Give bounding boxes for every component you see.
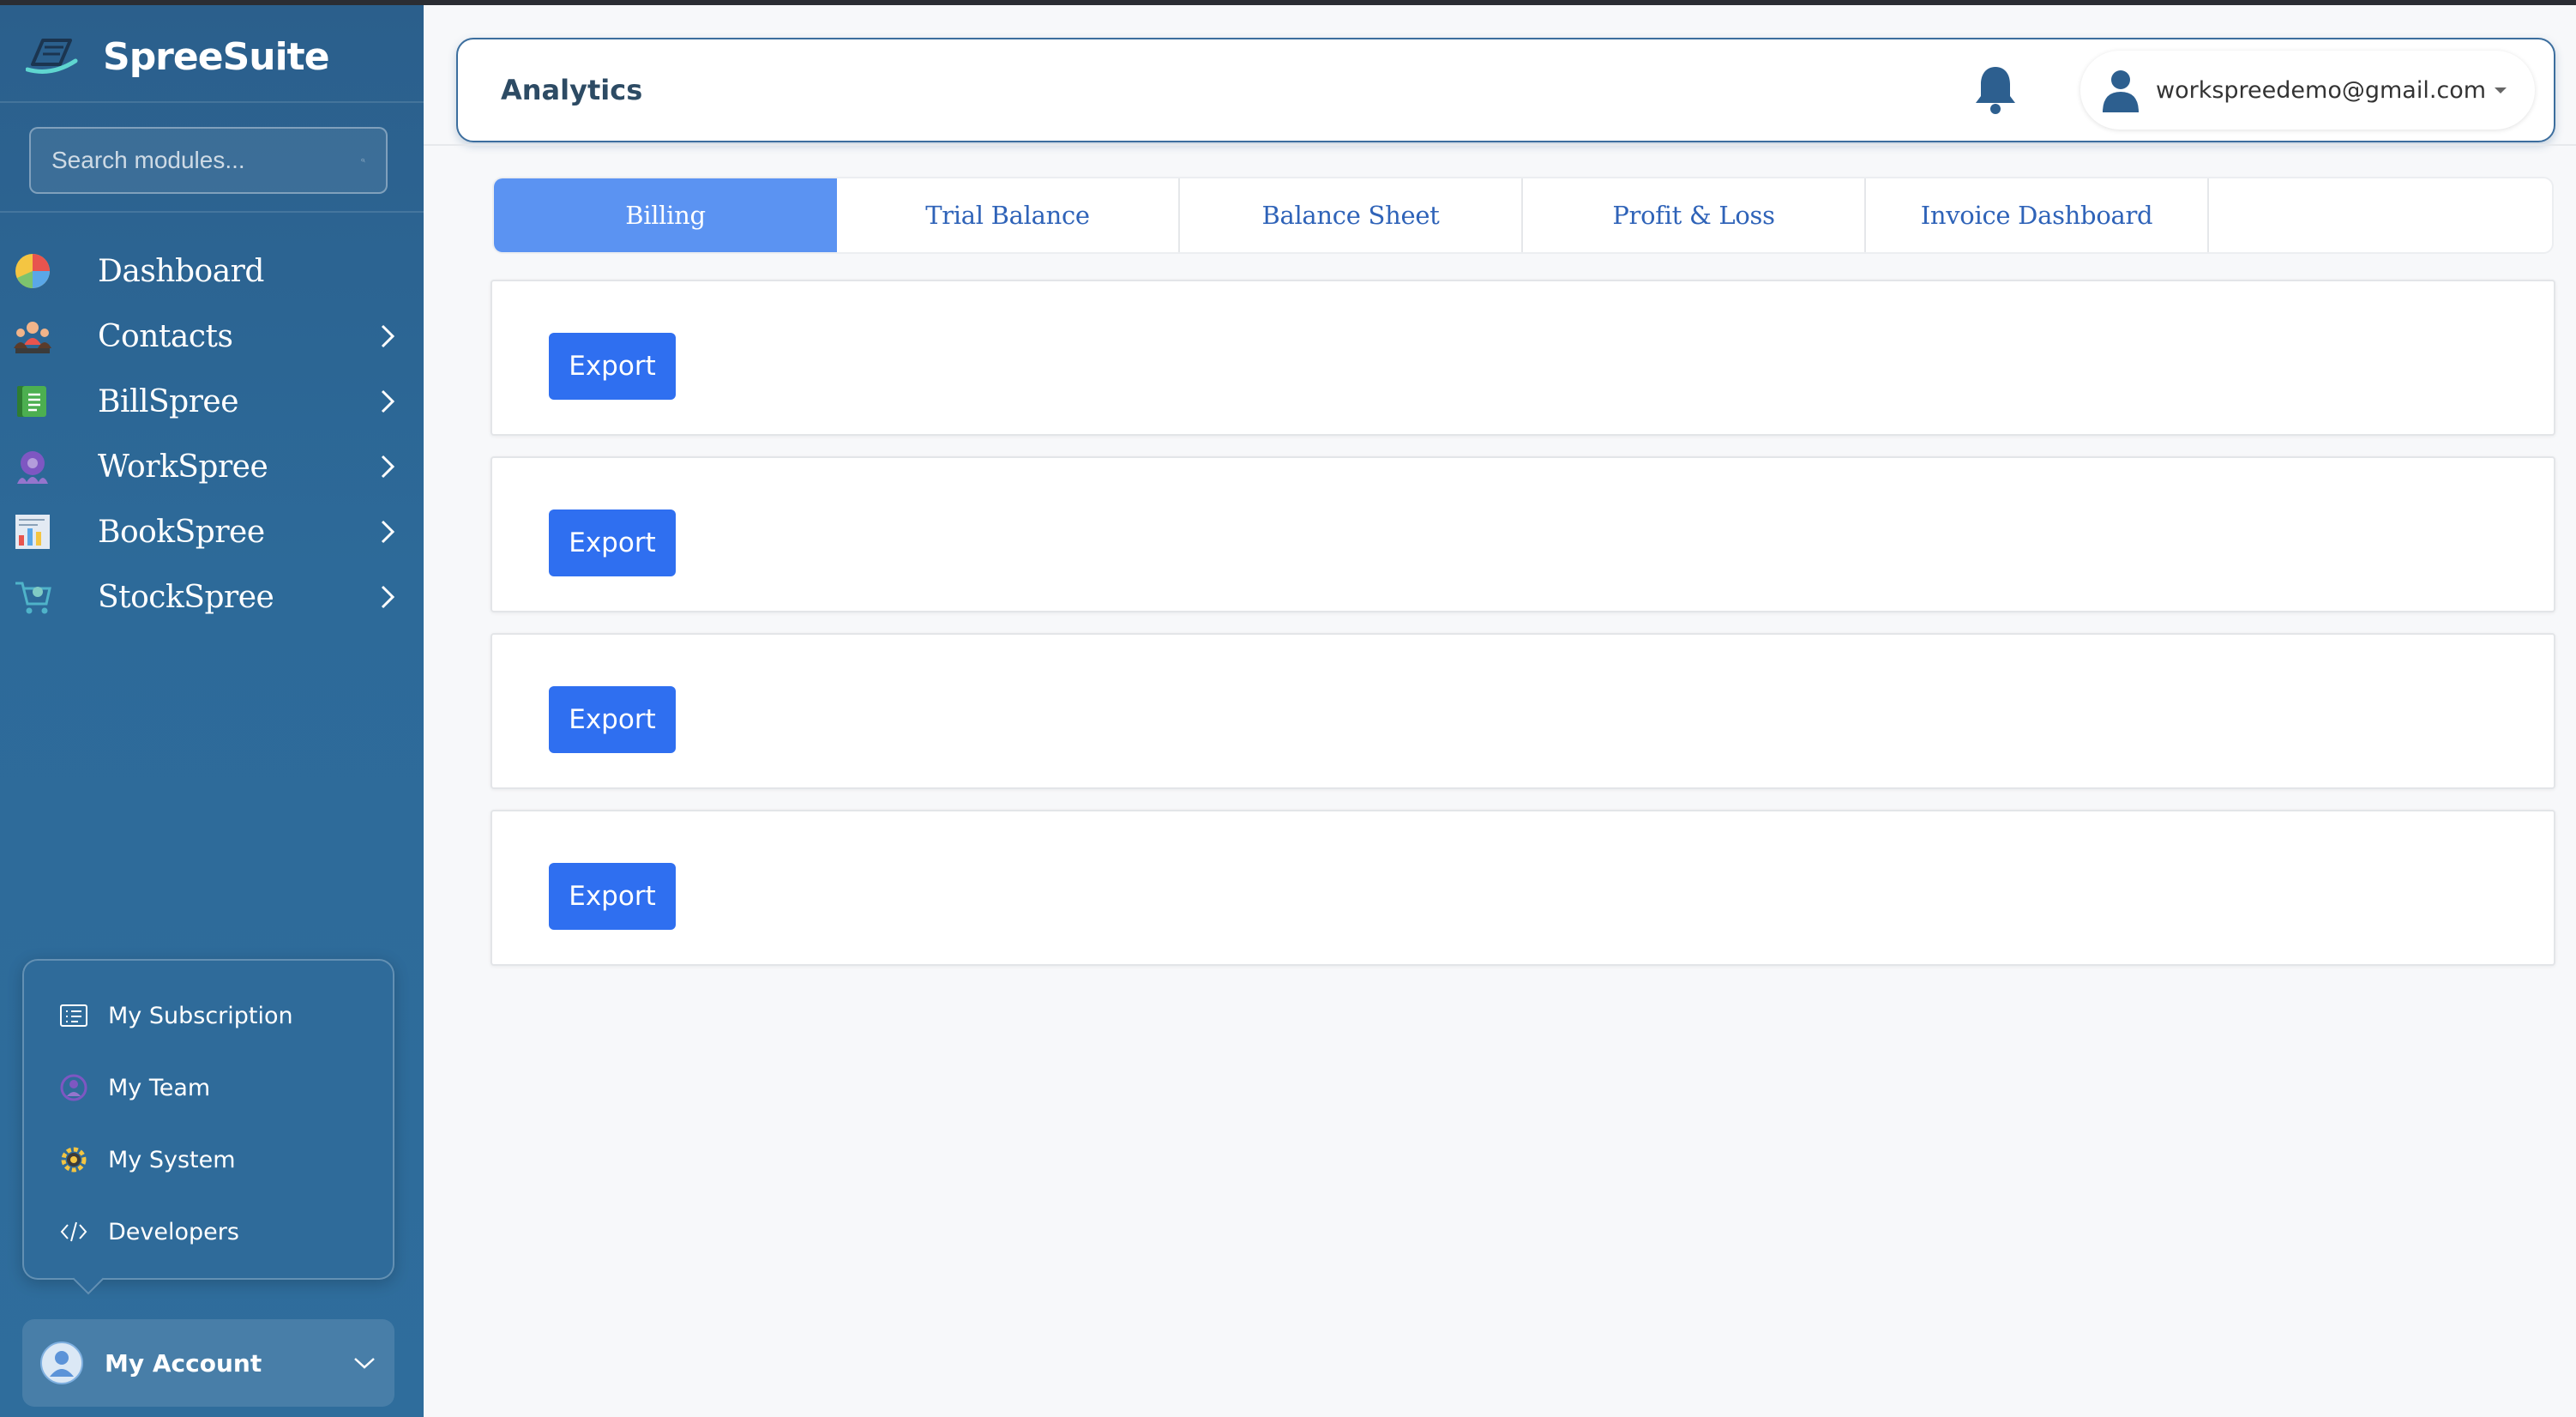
export-button[interactable]: Export [549,510,676,576]
menu-item-label: My Team [108,1074,211,1101]
team-icon [60,1074,87,1101]
user-email: workspreedemo@gmail.com [2156,76,2487,104]
cart-icon [15,582,51,614]
chevron-right-icon [381,455,395,479]
sidebar-divider [0,101,424,103]
ledger-icon [15,515,50,549]
report-card: Export [491,810,2555,966]
code-icon [60,1221,87,1242]
sidebar-item-workspree[interactable]: WorkSpree [0,434,424,499]
report-card: Export [491,633,2555,789]
team-gear-icon [17,451,48,484]
window-top-edge [0,0,2576,5]
caret-down-icon [2495,87,2507,93]
gear-icon [61,1147,87,1173]
sidebar-item-label: WorkSpree [98,449,268,485]
chevron-down-icon [354,1358,375,1369]
sidebar-item-billspree[interactable]: BillSpree [0,369,424,434]
sidebar: SpreeSuite Dashboard Con [0,5,424,1417]
chevron-right-icon [381,520,395,544]
sidebar-item-bookspree[interactable]: BookSpree [0,499,424,564]
sidebar-item-stockspree[interactable]: StockSpree [0,564,424,630]
sidebar-item-label: Contacts [98,318,233,354]
user-avatar-icon [40,1342,83,1384]
menu-item-my-subscription[interactable]: My Subscription [58,990,293,1041]
export-button[interactable]: Export [549,863,676,930]
module-nav: Dashboard Contacts BillSpree WorkSpree B… [0,238,424,630]
sidebar-item-label: Dashboard [98,253,264,289]
search-input[interactable] [51,147,361,174]
brand-name: SpreeSuite [103,34,330,79]
top-header: Analytics workspreedemo@gmail.com [456,38,2555,142]
my-account-button[interactable]: My Account [22,1319,394,1407]
report-card: Export [491,280,2555,436]
my-account-label: My Account [105,1348,262,1378]
menu-item-developers[interactable]: Developers [58,1206,239,1257]
pie-chart-icon [15,254,50,288]
menu-item-label: My Subscription [108,1002,293,1029]
notification-bell-icon[interactable] [1971,63,2020,117]
sidebar-item-dashboard[interactable]: Dashboard [0,238,424,304]
tab-balance-sheet[interactable]: Balance Sheet [1180,178,1523,252]
subscription-icon [60,1004,87,1027]
sidebar-item-label: StockSpree [98,579,274,615]
export-button[interactable]: Export [549,333,676,400]
chevron-right-icon [381,324,395,348]
header-divider [424,144,2576,146]
sidebar-divider [0,211,424,213]
tab-profit-loss[interactable]: Profit & Loss [1523,178,1866,252]
analytics-tabs: Billing Trial Balance Balance Sheet Prof… [492,177,2554,254]
report-card: Export [491,456,2555,612]
account-menu-popover: My Subscription My Team My System Develo… [22,959,394,1295]
sidebar-item-contacts[interactable]: Contacts [0,304,424,369]
spreesuite-logo-icon [26,39,78,74]
chevron-right-icon [381,389,395,413]
sidebar-item-label: BookSpree [98,514,265,550]
menu-item-my-system[interactable]: My System [58,1134,236,1185]
menu-item-my-team[interactable]: My Team [58,1062,210,1113]
people-icon [14,322,51,353]
tab-trial-balance[interactable]: Trial Balance [837,178,1180,252]
invoice-icon [17,386,46,417]
module-search[interactable] [29,127,388,194]
tab-invoice-dashboard[interactable]: Invoice Dashboard [1866,178,2209,252]
brand[interactable]: SpreeSuite [26,31,330,82]
user-menu[interactable]: workspreedemo@gmail.com [2080,51,2535,130]
export-button[interactable]: Export [549,686,676,753]
search-icon[interactable] [361,146,365,175]
chevron-right-icon [381,585,395,609]
tab-billing[interactable]: Billing [494,178,837,252]
popover-tail [72,1263,105,1295]
user-icon [2103,70,2139,112]
menu-item-label: My System [108,1146,236,1173]
menu-item-label: Developers [108,1218,239,1245]
page-title: Analytics [501,74,643,106]
sidebar-item-label: BillSpree [98,383,239,419]
